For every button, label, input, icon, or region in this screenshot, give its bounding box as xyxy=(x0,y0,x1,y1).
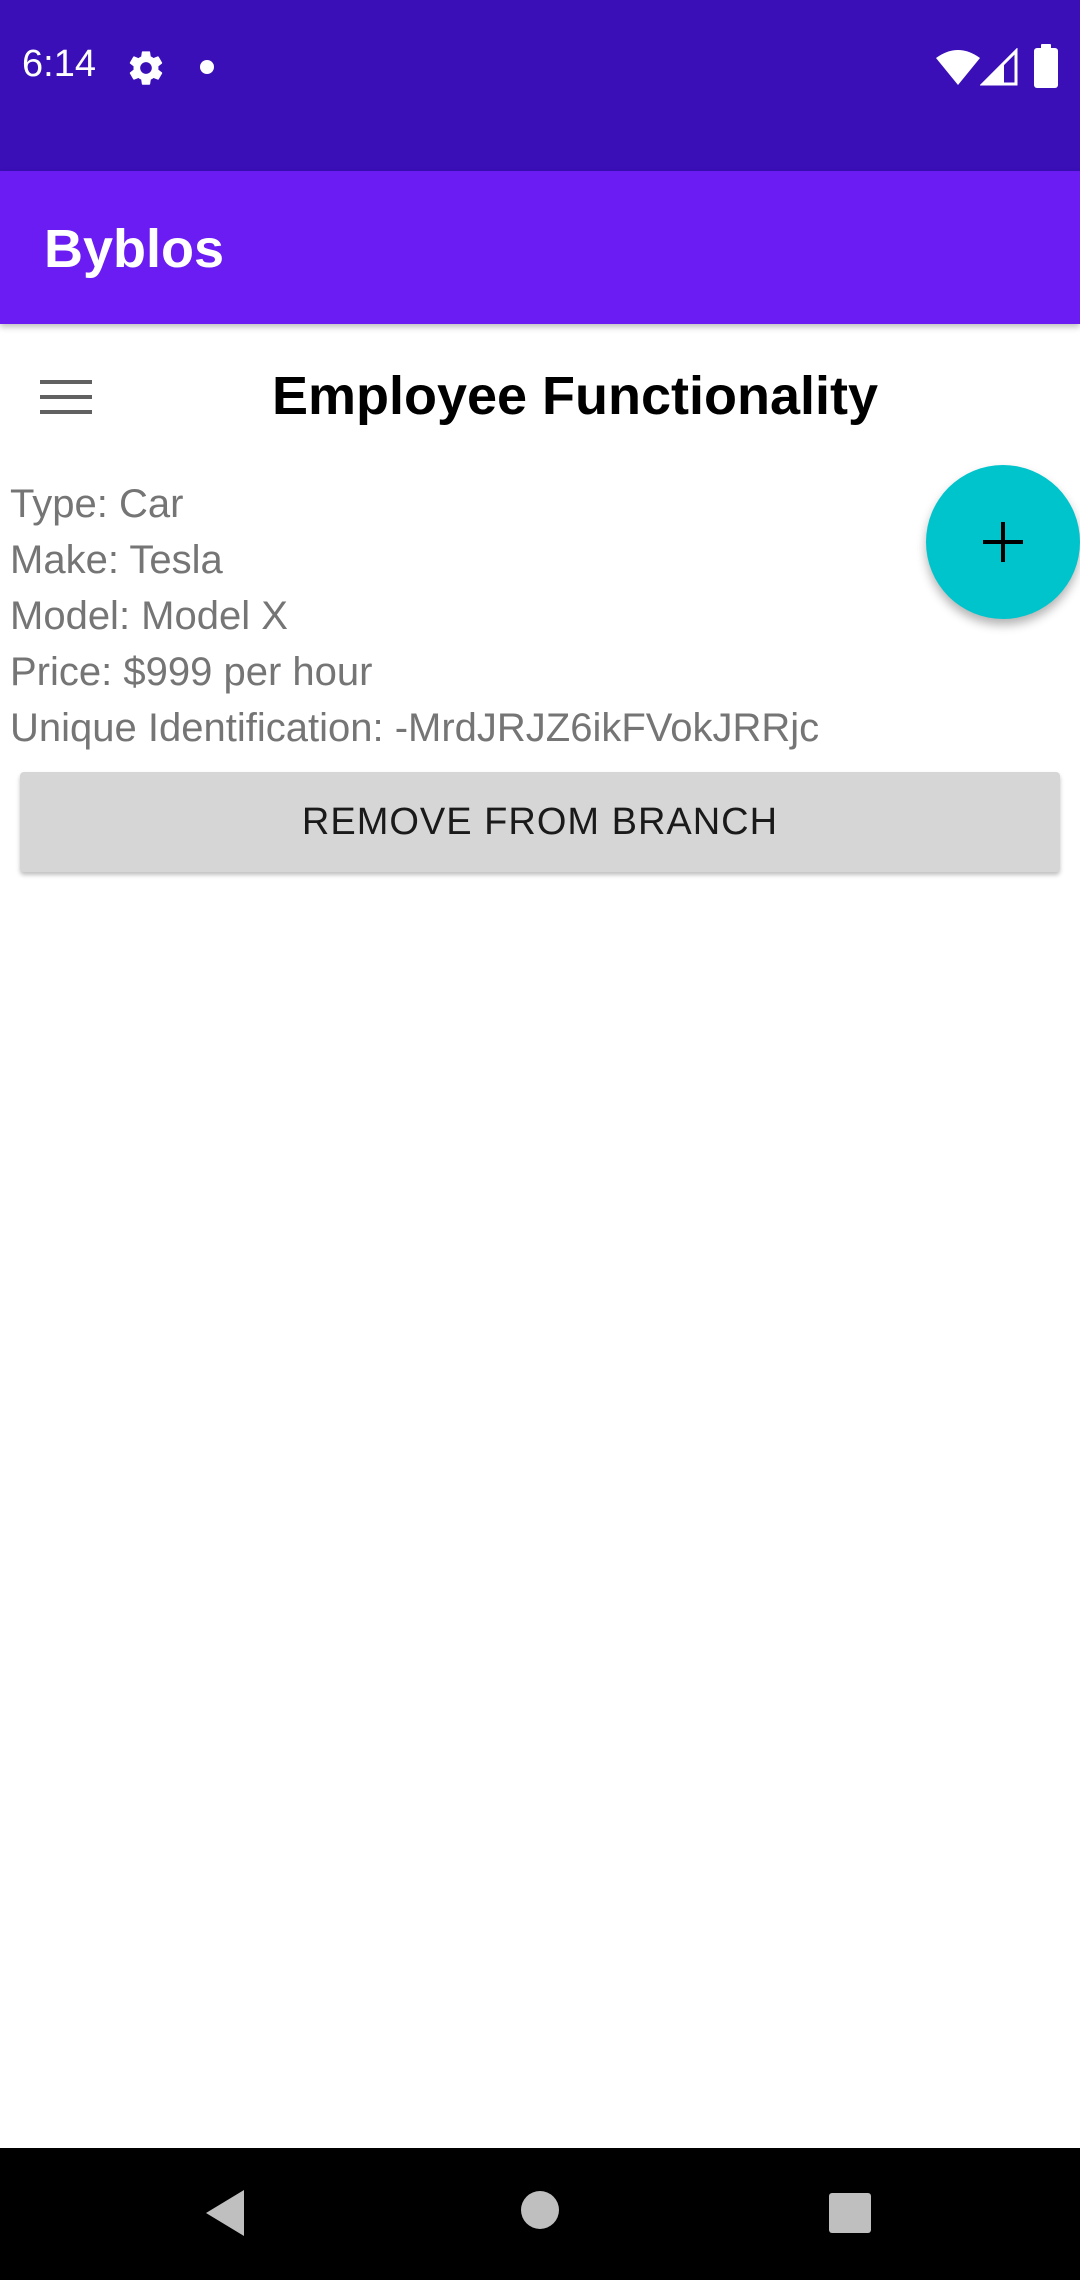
item-make: Make: Tesla xyxy=(10,538,223,582)
page-heading: Employee Functionality xyxy=(271,366,879,426)
item-type: Type: Car xyxy=(10,482,184,526)
app-bar: Byblos xyxy=(0,171,1080,324)
notification-dot-icon xyxy=(200,60,214,74)
plus-icon xyxy=(983,522,1023,562)
signal-icon xyxy=(980,48,1018,86)
item-unique-id: Unique Identification: -MrdJRJZ6ikFVokJR… xyxy=(10,706,820,750)
item-details: Type: Car Make: Tesla Model: Model X Pri… xyxy=(10,476,819,756)
item-model: Model: Model X xyxy=(10,594,288,638)
gear-icon xyxy=(129,51,163,85)
remove-from-branch-button[interactable]: REMOVE FROM BRANCH xyxy=(20,772,1060,872)
home-icon[interactable] xyxy=(520,2190,560,2230)
system-nav-bar xyxy=(0,2148,1080,2280)
back-icon[interactable] xyxy=(204,2188,248,2238)
add-fab-button[interactable] xyxy=(926,465,1080,619)
item-price: Price: $999 per hour xyxy=(10,650,373,694)
wifi-icon xyxy=(936,50,980,85)
battery-icon xyxy=(1034,44,1058,88)
recents-icon[interactable] xyxy=(828,2192,872,2234)
status-time: 6:14 xyxy=(22,43,96,85)
status-bar: 6:14 xyxy=(0,0,1080,171)
app-title: Byblos xyxy=(44,219,225,279)
